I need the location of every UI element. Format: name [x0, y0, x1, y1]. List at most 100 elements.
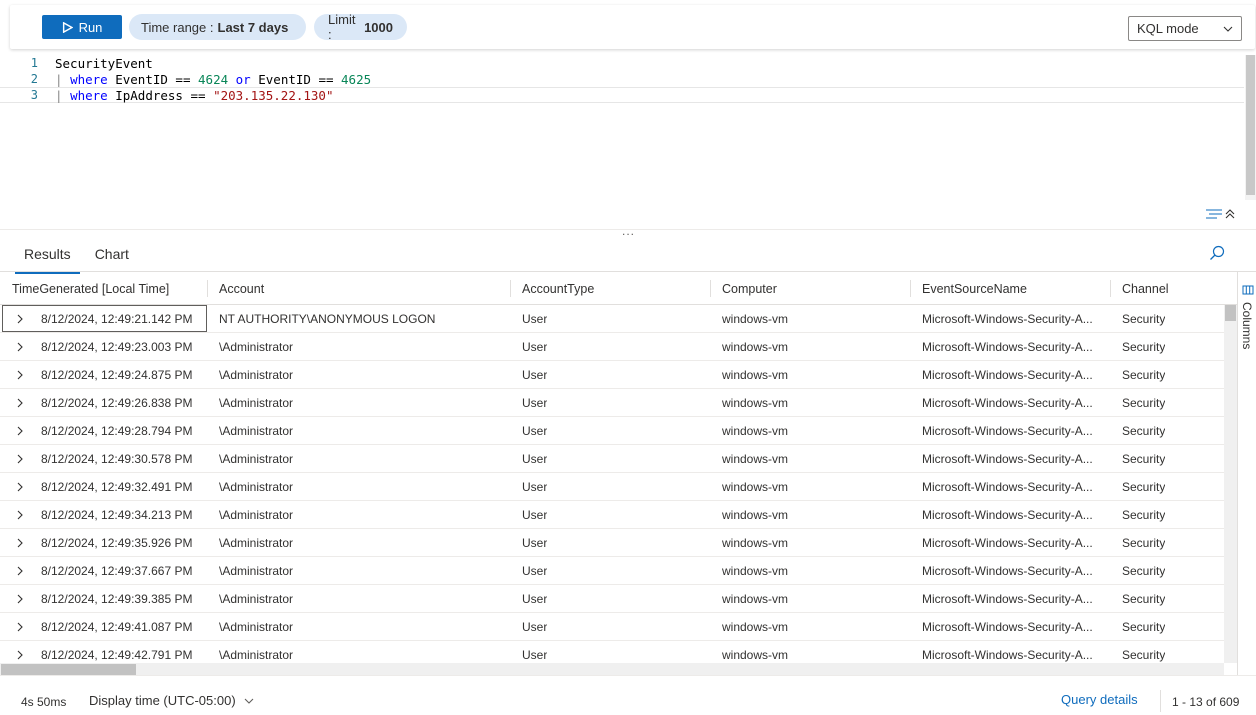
table-cell[interactable]: Security	[1122, 305, 1165, 333]
table-cell[interactable]: \Administrator	[219, 473, 293, 501]
table-cell[interactable]: User	[522, 333, 547, 361]
table-cell[interactable]: Security	[1122, 389, 1165, 417]
table-cell[interactable]: Microsoft-Windows-Security-A...	[922, 389, 1093, 417]
table-row[interactable]: 8/12/2024, 12:49:35.926 PM \Administrator…	[0, 529, 1224, 557]
table-cell[interactable]: Microsoft-Windows-Security-A...	[922, 305, 1093, 333]
table-cell[interactable]: Microsoft-Windows-Security-A...	[922, 557, 1093, 585]
table-row[interactable]: 8/12/2024, 12:49:23.003 PM \Administrator…	[0, 333, 1224, 361]
table-cell[interactable]: \Administrator	[219, 445, 293, 473]
table-row[interactable]: 8/12/2024, 12:49:39.385 PM \Administrator…	[0, 585, 1224, 613]
table-cell[interactable]: 8/12/2024, 12:49:41.087 PM	[41, 613, 192, 641]
table-cell[interactable]: windows-vm	[722, 613, 788, 641]
table-cell[interactable]: User	[522, 501, 547, 529]
table-cell[interactable]: Microsoft-Windows-Security-A...	[922, 529, 1093, 557]
table-cell[interactable]: Security	[1122, 473, 1165, 501]
table-cell[interactable]: Security	[1122, 333, 1165, 361]
table-cell[interactable]: windows-vm	[722, 501, 788, 529]
expand-row-icon[interactable]	[15, 314, 25, 324]
table-cell[interactable]: User	[522, 529, 547, 557]
table-cell[interactable]: User	[522, 473, 547, 501]
table-cell[interactable]: User	[522, 557, 547, 585]
table-cell[interactable]: Security	[1122, 613, 1165, 641]
run-button[interactable]: Run	[42, 15, 122, 39]
column-header[interactable]: AccountType	[510, 272, 710, 305]
table-row[interactable]: 8/12/2024, 12:49:37.667 PM \Administrator…	[0, 557, 1224, 585]
mode-select[interactable]: KQL mode	[1128, 16, 1242, 41]
table-cell[interactable]: User	[522, 585, 547, 613]
table-cell[interactable]: NT AUTHORITY\ANONYMOUS LOGON	[219, 305, 435, 333]
table-cell[interactable]: windows-vm	[722, 473, 788, 501]
column-header[interactable]: Channel	[1110, 272, 1224, 305]
column-header[interactable]: Computer	[710, 272, 910, 305]
table-cell[interactable]: User	[522, 305, 547, 333]
table-row[interactable]: 8/12/2024, 12:49:41.087 PM \Administrator…	[0, 613, 1224, 641]
table-cell[interactable]: windows-vm	[722, 529, 788, 557]
expand-row-icon[interactable]	[15, 566, 25, 576]
table-cell[interactable]: 8/12/2024, 12:49:26.838 PM	[41, 389, 192, 417]
table-cell[interactable]: 8/12/2024, 12:49:23.003 PM	[41, 333, 192, 361]
wrap-icon[interactable]	[1205, 208, 1223, 220]
grid-horizontal-scrollbar[interactable]	[0, 663, 1224, 675]
table-cell[interactable]: \Administrator	[219, 613, 293, 641]
table-cell[interactable]: 8/12/2024, 12:49:21.142 PM	[41, 305, 192, 333]
query-details-link[interactable]: Query details	[1061, 692, 1138, 707]
table-cell[interactable]: windows-vm	[722, 585, 788, 613]
table-cell[interactable]: windows-vm	[722, 305, 788, 333]
expand-row-icon[interactable]	[15, 510, 25, 520]
table-cell[interactable]: 8/12/2024, 12:49:28.794 PM	[41, 417, 192, 445]
pane-splitter[interactable]: ...	[0, 224, 1256, 238]
table-cell[interactable]: Security	[1122, 445, 1165, 473]
table-cell[interactable]: Microsoft-Windows-Security-A...	[922, 417, 1093, 445]
table-cell[interactable]: Security	[1122, 361, 1165, 389]
table-cell[interactable]: 8/12/2024, 12:49:39.385 PM	[41, 585, 192, 613]
table-cell[interactable]: windows-vm	[722, 557, 788, 585]
table-cell[interactable]: 8/12/2024, 12:49:35.926 PM	[41, 529, 192, 557]
grid-vertical-scrollbar[interactable]	[1224, 305, 1237, 663]
expand-row-icon[interactable]	[15, 594, 25, 604]
table-row[interactable]: 8/12/2024, 12:49:21.142 PM NT AUTHORITY\A…	[0, 305, 1224, 333]
table-cell[interactable]: windows-vm	[722, 361, 788, 389]
column-header[interactable]: EventSourceName	[910, 272, 1110, 305]
table-row[interactable]: 8/12/2024, 12:49:30.578 PM \Administrator…	[0, 445, 1224, 473]
expand-row-icon[interactable]	[15, 454, 25, 464]
table-cell[interactable]: Microsoft-Windows-Security-A...	[922, 613, 1093, 641]
table-cell[interactable]: windows-vm	[722, 417, 788, 445]
table-cell[interactable]: Microsoft-Windows-Security-A...	[922, 333, 1093, 361]
table-row[interactable]: 8/12/2024, 12:49:26.838 PM \Administrator…	[0, 389, 1224, 417]
splitter-grip[interactable]: ...	[622, 224, 635, 238]
expand-row-icon[interactable]	[15, 482, 25, 492]
table-cell[interactable]: Security	[1122, 501, 1165, 529]
table-row[interactable]: 8/12/2024, 12:49:34.213 PM \Administrator…	[0, 501, 1224, 529]
editor-scrollbar[interactable]	[1245, 55, 1256, 200]
table-cell[interactable]: Microsoft-Windows-Security-A...	[922, 361, 1093, 389]
expand-row-icon[interactable]	[15, 622, 25, 632]
collapse-icon[interactable]	[1225, 208, 1235, 220]
table-cell[interactable]: windows-vm	[722, 389, 788, 417]
tab-chart[interactable]: Chart	[86, 244, 138, 268]
expand-row-icon[interactable]	[15, 370, 25, 380]
time-range-picker[interactable]: Time range : Last 7 days	[129, 14, 306, 40]
limit-picker[interactable]: Limit : 1000	[314, 12, 407, 42]
table-cell[interactable]: Security	[1122, 557, 1165, 585]
table-cell[interactable]: Security	[1122, 529, 1165, 557]
table-row[interactable]: 8/12/2024, 12:49:28.794 PM \Administrator…	[0, 417, 1224, 445]
expand-row-icon[interactable]	[15, 650, 25, 660]
column-header[interactable]: TimeGenerated [Local Time]	[0, 272, 206, 305]
table-cell[interactable]: \Administrator	[219, 585, 293, 613]
table-cell[interactable]: 8/12/2024, 12:49:24.875 PM	[41, 361, 192, 389]
table-cell[interactable]: User	[522, 417, 547, 445]
search-icon[interactable]	[1209, 245, 1225, 261]
table-cell[interactable]: windows-vm	[722, 333, 788, 361]
table-cell[interactable]: 8/12/2024, 12:49:30.578 PM	[41, 445, 192, 473]
table-row[interactable]: 8/12/2024, 12:49:32.491 PM \Administrator…	[0, 473, 1224, 501]
columns-panel-toggle[interactable]: Columns	[1237, 271, 1256, 675]
table-cell[interactable]: \Administrator	[219, 389, 293, 417]
table-cell[interactable]: \Administrator	[219, 501, 293, 529]
table-cell[interactable]: Microsoft-Windows-Security-A...	[922, 585, 1093, 613]
column-header[interactable]: Account	[207, 272, 509, 305]
tab-results[interactable]: Results	[15, 244, 80, 274]
expand-row-icon[interactable]	[15, 426, 25, 436]
table-cell[interactable]: User	[522, 613, 547, 641]
table-cell[interactable]: \Administrator	[219, 417, 293, 445]
table-cell[interactable]: User	[522, 389, 547, 417]
